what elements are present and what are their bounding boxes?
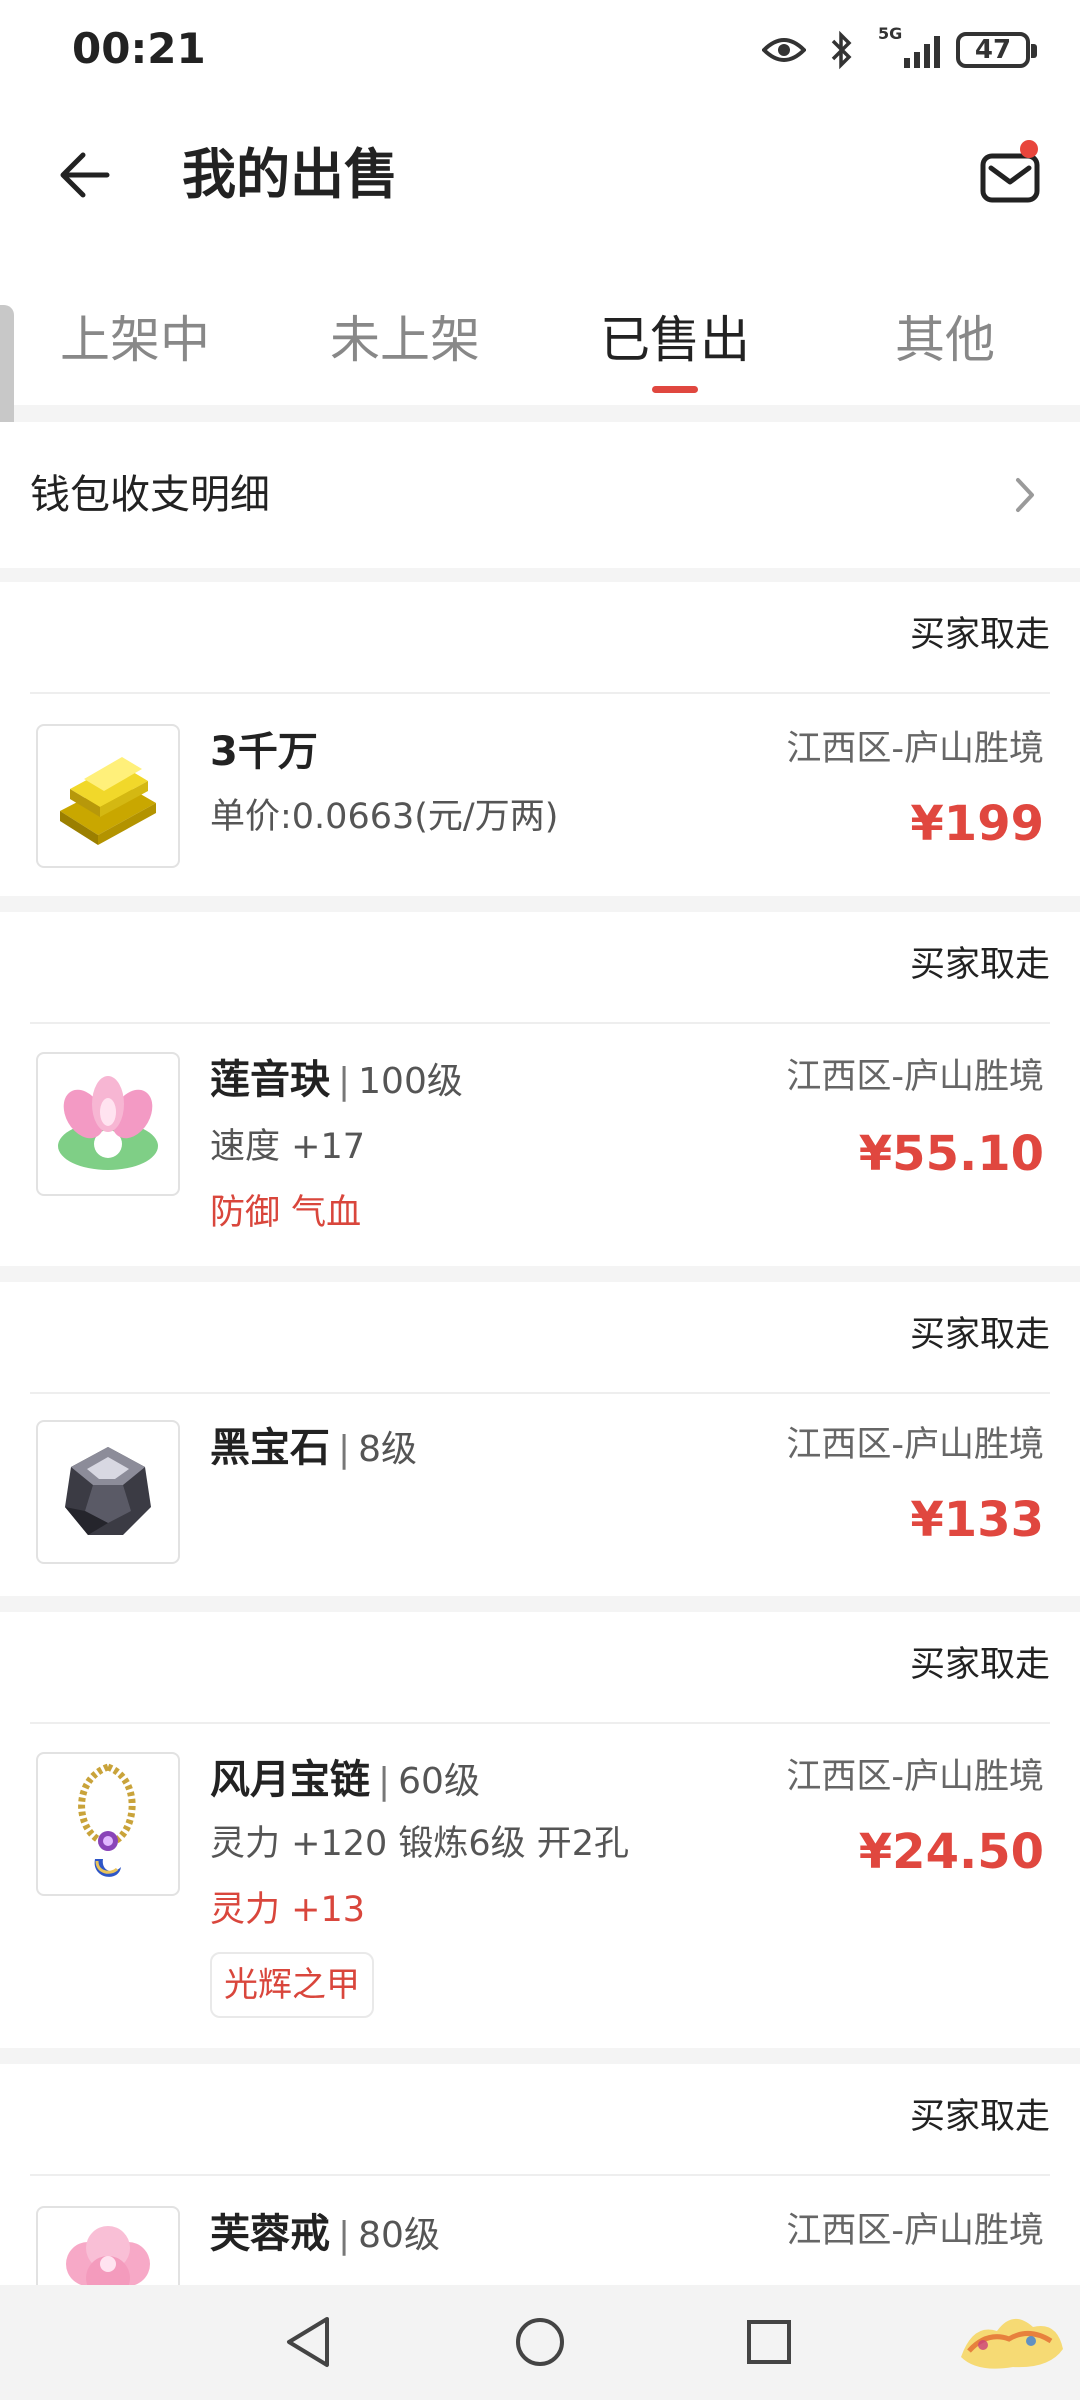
eye-icon <box>762 28 806 72</box>
card-divider <box>30 1722 1050 1724</box>
item-price: ¥24.50 <box>858 1824 1044 1880</box>
item-price: ¥55.10 <box>858 1126 1044 1182</box>
square-recents-icon <box>747 2320 791 2364</box>
item-name: 风月宝链 <box>210 1757 370 1803</box>
tab-on-sale[interactable]: 上架中 <box>45 290 225 390</box>
active-tab-indicator <box>652 386 698 393</box>
item-unit-price: 单价:0.0663(元/万两) <box>210 797 559 837</box>
item-name: 芙蓉戒 <box>210 2211 330 2257</box>
item-server: 江西区-庐山胜境 <box>786 1425 1044 1465</box>
item-name: 黑宝石 <box>210 1425 330 1471</box>
sold-item-card[interactable]: 买家取走 芙蓉戒 | 80级 江西区-庐山胜境 <box>0 2064 1080 2285</box>
delivery-status: 买家取走 <box>909 1645 1050 1685</box>
item-title: 黑宝石 | 8级 <box>210 1420 417 1478</box>
item-tag: 光辉之甲 <box>210 1952 374 2018</box>
tab-not-listed[interactable]: 未上架 <box>315 290 495 390</box>
card-divider <box>30 692 1050 694</box>
item-name: 莲音玦 <box>210 1057 330 1103</box>
tab-other[interactable]: 其他 <box>870 290 1020 390</box>
item-name: 3千万 <box>210 729 318 775</box>
hibiscus-ring-icon <box>36 2206 180 2285</box>
wallet-details-label: 钱包收支明细 <box>30 472 270 518</box>
item-title: 3千万 <box>210 724 318 780</box>
watermark-logo <box>952 2301 1072 2387</box>
black-gem-icon <box>36 1420 180 1564</box>
item-special-attribute: 防御 气血 <box>210 1193 362 1233</box>
triangle-back-icon <box>287 2317 329 2367</box>
tab-sold[interactable]: 已售出 <box>585 290 765 390</box>
lotus-jade-icon <box>36 1052 180 1196</box>
battery-indicator: 47 <box>956 32 1037 68</box>
network-label: 5G <box>878 24 903 43</box>
chevron-right-icon <box>1000 467 1050 523</box>
sold-item-card[interactable]: 买家取走 风月宝链 | 60级 灵力 +120 锻炼6级 开2孔 灵力 +13 光辉… <box>0 1612 1080 2048</box>
back-arrow-icon <box>60 152 110 198</box>
separator: | <box>338 2215 351 2256</box>
signal-icon: 5G <box>878 24 942 72</box>
system-navigation-bar <box>0 2285 1080 2400</box>
item-server: 江西区-庐山胜境 <box>786 729 1044 769</box>
status-time: 00:21 <box>72 24 206 73</box>
item-title: 莲音玦 | 100级 <box>210 1052 463 1110</box>
item-server: 江西区-庐山胜境 <box>786 1057 1044 1097</box>
item-server: 江西区-庐山胜境 <box>786 1757 1044 1797</box>
nav-back-button[interactable] <box>273 2307 343 2377</box>
item-title: 芙蓉戒 | 80级 <box>210 2206 440 2264</box>
separator: | <box>338 1429 351 1470</box>
sold-item-card[interactable]: 买家取走 莲音玦 | 100级 速度 +17 防御 气血 江西区-庐山胜境 ¥55.… <box>0 912 1080 1266</box>
necklace-icon <box>36 1752 180 1896</box>
notification-dot <box>1020 140 1038 158</box>
separator: | <box>338 1061 351 1102</box>
item-special-attribute: 灵力 +13 <box>210 1890 365 1930</box>
item-server: 江西区-庐山胜境 <box>786 2211 1044 2251</box>
message-button[interactable] <box>970 138 1050 218</box>
card-divider <box>30 2174 1050 2176</box>
item-attribute: 灵力 +120 锻炼6级 开2孔 <box>210 1824 630 1864</box>
sold-item-card[interactable]: 买家取走 3千万 单价:0.0663(元/万两) 江西区-庐山胜境 ¥199 <box>0 582 1080 896</box>
delivery-status: 买家取走 <box>909 2097 1050 2137</box>
delivery-status: 买家取走 <box>909 615 1050 655</box>
item-level: 60级 <box>398 1761 480 1802</box>
battery-level: 47 <box>974 35 1012 65</box>
status-icons: 5G 47 <box>762 24 1037 72</box>
nav-home-button[interactable] <box>505 2307 575 2377</box>
page-header: 我的出售 <box>0 110 1080 240</box>
nav-recents-button[interactable] <box>734 2307 804 2377</box>
card-divider <box>30 1022 1050 1024</box>
delivery-status: 买家取走 <box>909 945 1050 985</box>
back-button[interactable] <box>50 140 120 210</box>
tab-bar: 上架中 未上架 已售出 其他 <box>0 270 1080 405</box>
item-level: 100级 <box>358 1061 463 1102</box>
item-price: ¥133 <box>910 1492 1044 1548</box>
wallet-details-row[interactable]: 钱包收支明细 <box>0 422 1080 568</box>
gold-bars-icon <box>36 724 180 868</box>
sold-item-card[interactable]: 买家取走 黑宝石 | 8级 江西区-庐山胜境 ¥133 <box>0 1282 1080 1596</box>
item-price: ¥199 <box>910 796 1044 852</box>
mail-icon <box>980 153 1040 203</box>
item-level: 80级 <box>358 2215 440 2256</box>
card-divider <box>30 1392 1050 1394</box>
item-level: 8级 <box>358 1429 418 1470</box>
delivery-status: 买家取走 <box>909 1315 1050 1355</box>
status-bar: 00:21 5G 47 <box>0 0 1080 100</box>
bluetooth-icon <box>820 28 864 72</box>
item-attribute: 速度 +17 <box>210 1127 365 1167</box>
circle-home-icon <box>516 2318 564 2366</box>
item-title: 风月宝链 | 60级 <box>210 1752 480 1810</box>
page-title: 我的出售 <box>182 143 398 206</box>
separator: | <box>378 1761 391 1802</box>
